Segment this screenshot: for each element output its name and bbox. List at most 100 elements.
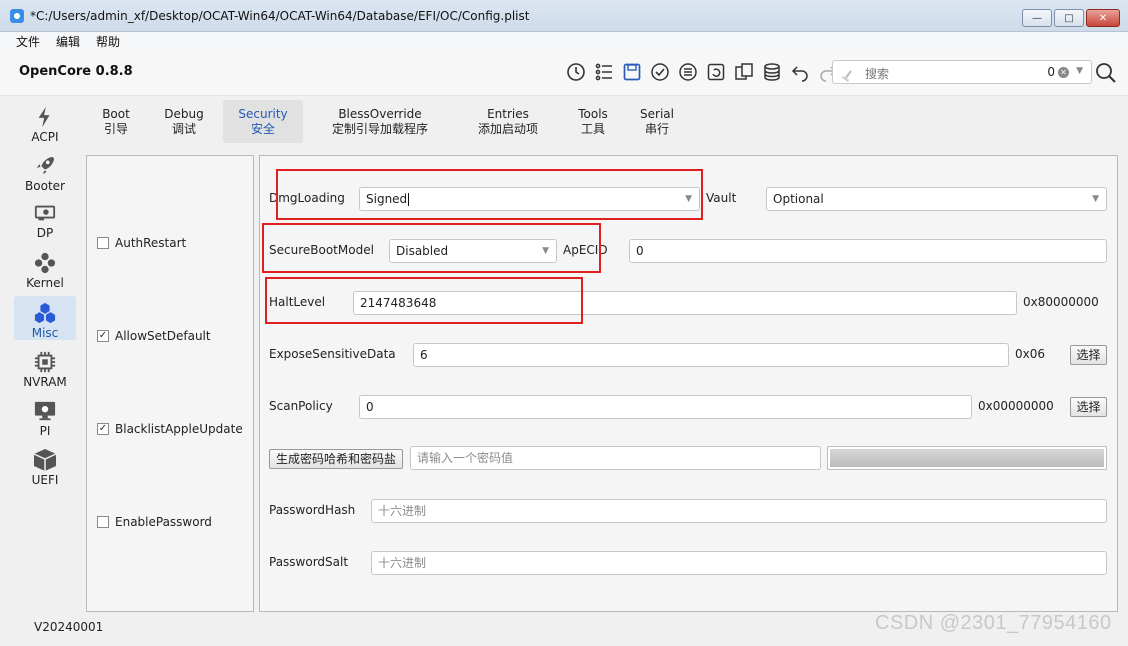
kernel-icon xyxy=(33,251,57,275)
sidebar-item-kernel[interactable]: Kernel xyxy=(14,246,76,290)
passwordhash-input[interactable]: 十六进制 xyxy=(371,499,1107,523)
toolbar: OpenCore 0.8.8 搜索 0 ✕ ▼ xyxy=(0,50,1128,96)
opencore-version: OpenCore 0.8.8 xyxy=(19,64,133,79)
password-progress-bar xyxy=(827,446,1107,470)
broom-icon[interactable] xyxy=(841,64,859,82)
sidebar-item-misc[interactable]: Misc xyxy=(14,296,76,340)
tab-label-zh: 串行 xyxy=(644,121,669,136)
title-bar: *C:/Users/admin_xf/Desktop/OCAT-Win64/OC… xyxy=(0,0,1128,32)
vault-select[interactable]: Optional ▼ xyxy=(766,187,1107,211)
checkbox-box[interactable]: ✓ xyxy=(97,330,109,342)
sidebar-item-label: Booter xyxy=(25,179,65,193)
haltlevel-hex: 0x80000000 xyxy=(1023,295,1099,309)
tab-label-en: Entries xyxy=(487,106,529,121)
search-result-count: 0 xyxy=(1047,65,1055,79)
sidebar-item-label: ACPI xyxy=(31,130,59,144)
sidebar-item-uefi[interactable]: UEFI xyxy=(14,443,76,487)
menu-edit[interactable]: 编辑 xyxy=(48,33,88,50)
sidebar: ACPI Booter DP Kernel Misc NVRAM PI UEFI xyxy=(8,100,80,510)
password-input[interactable]: 请输入一个密码值 xyxy=(410,446,821,470)
list-icon[interactable] xyxy=(591,60,617,84)
maximize-button[interactable]: □ xyxy=(1054,9,1084,27)
enablepassword-checkbox[interactable]: EnablePassword xyxy=(97,515,212,529)
tab-debug[interactable]: Debug 调试 xyxy=(154,100,214,143)
exposesensitivedata-hex: 0x06 xyxy=(1015,347,1046,361)
clear-search-icon[interactable]: ✕ xyxy=(1058,67,1069,78)
blacklistappleupdate-checkbox[interactable]: ✓ BlacklistAppleUpdate xyxy=(97,422,243,436)
vault-label: Vault xyxy=(706,191,737,205)
sidebar-item-nvram[interactable]: NVRAM xyxy=(14,345,76,389)
search-placeholder: 搜索 xyxy=(865,67,890,81)
exposesensitivedata-select-button[interactable]: 选择 xyxy=(1070,345,1107,365)
exposesensitivedata-label: ExposeSensitiveData xyxy=(269,347,396,361)
tab-security[interactable]: Security 安全 xyxy=(223,100,303,143)
sidebar-item-pi[interactable]: PI xyxy=(14,394,76,438)
sidebar-item-booter[interactable]: Booter xyxy=(14,149,76,193)
tab-label-zh: 安全 xyxy=(250,121,275,136)
checkbox-box[interactable] xyxy=(97,516,109,528)
tab-serial[interactable]: Serial 串行 xyxy=(630,100,684,143)
refresh-icon[interactable] xyxy=(703,60,729,84)
compare-icon[interactable] xyxy=(731,60,757,84)
checkbox-box[interactable] xyxy=(97,237,109,249)
cube-icon xyxy=(33,448,57,472)
tab-label-zh: 定制引导加载程序 xyxy=(331,121,428,136)
graphics-card-icon xyxy=(33,201,57,225)
tab-label-en: Tools xyxy=(578,106,608,121)
authrestart-checkbox[interactable]: AuthRestart xyxy=(97,236,186,250)
tab-boot[interactable]: Boot 引导 xyxy=(86,100,146,143)
checkbox-label: AllowSetDefault xyxy=(115,329,211,343)
rocket-icon xyxy=(33,154,57,178)
check-icon[interactable] xyxy=(647,60,673,84)
checkbox-label: EnablePassword xyxy=(115,515,212,529)
highlight-haltlevel xyxy=(265,277,583,324)
search-icon[interactable] xyxy=(1095,62,1117,84)
minimize-button[interactable]: — xyxy=(1022,9,1052,27)
generate-password-hash-button[interactable]: 生成密码哈希和密码盐 xyxy=(269,449,403,469)
version-status: V20240001 xyxy=(34,620,104,634)
sidebar-item-label: UEFI xyxy=(31,473,59,487)
allowsetdefault-checkbox[interactable]: ✓ AllowSetDefault xyxy=(97,329,211,343)
tab-label-zh: 调试 xyxy=(171,121,196,136)
sidebar-item-label: PI xyxy=(39,424,51,438)
exposesensitivedata-input[interactable]: 6 xyxy=(413,343,1009,367)
tab-label-en: Serial xyxy=(640,106,674,121)
sidebar-item-label: NVRAM xyxy=(23,375,67,389)
watermark: CSDN @2301_77954160 xyxy=(875,612,1112,634)
clock-icon[interactable] xyxy=(563,60,589,84)
checkbox-label: AuthRestart xyxy=(115,236,187,250)
vault-value: Optional xyxy=(773,192,824,206)
checklist-icon[interactable] xyxy=(675,60,701,84)
undo-icon[interactable] xyxy=(787,60,813,84)
lightning-icon xyxy=(33,105,57,129)
passwordsalt-label: PasswordSalt xyxy=(269,555,349,569)
menu-file[interactable]: 文件 xyxy=(0,33,48,50)
tab-label-zh: 添加启动项 xyxy=(477,121,538,136)
save-icon[interactable] xyxy=(619,60,645,84)
passwordsalt-input[interactable]: 十六进制 xyxy=(371,551,1107,575)
chevron-down-icon[interactable]: ▼ xyxy=(1076,66,1083,76)
sidebar-item-dp[interactable]: DP xyxy=(14,196,76,240)
menu-bar: 文件 编辑 帮助 xyxy=(0,32,1128,50)
tab-label-zh: 工具 xyxy=(580,121,605,136)
chevron-down-icon: ▼ xyxy=(1092,194,1099,204)
scanpolicy-select-button[interactable]: 选择 xyxy=(1070,397,1107,417)
scanpolicy-label: ScanPolicy xyxy=(269,399,333,413)
database-icon[interactable] xyxy=(759,60,785,84)
tab-label-en: Debug xyxy=(164,106,204,121)
sidebar-item-label: Misc xyxy=(31,326,59,340)
highlight-dmgloading xyxy=(276,169,703,220)
sidebar-item-acpi[interactable]: ACPI xyxy=(14,100,76,144)
apecid-input[interactable]: 0 xyxy=(629,239,1107,263)
tab-blessoverride[interactable]: BlessOverride 定制引导加载程序 xyxy=(316,100,444,143)
security-flags-panel: AuthRestart ✓ AllowSetDefault ✓ Blacklis… xyxy=(86,155,254,612)
search-box[interactable]: 搜索 0 ✕ ▼ xyxy=(832,60,1092,84)
scanpolicy-input[interactable]: 0 xyxy=(359,395,972,419)
tab-entries[interactable]: Entries 添加启动项 xyxy=(462,100,554,143)
sidebar-item-label: DP xyxy=(36,226,54,240)
menu-help[interactable]: 帮助 xyxy=(88,33,128,50)
checkbox-box[interactable]: ✓ xyxy=(97,423,109,435)
passwordhash-label: PasswordHash xyxy=(269,503,356,517)
close-button[interactable]: ✕ xyxy=(1086,9,1120,27)
tab-tools[interactable]: Tools 工具 xyxy=(566,100,620,143)
